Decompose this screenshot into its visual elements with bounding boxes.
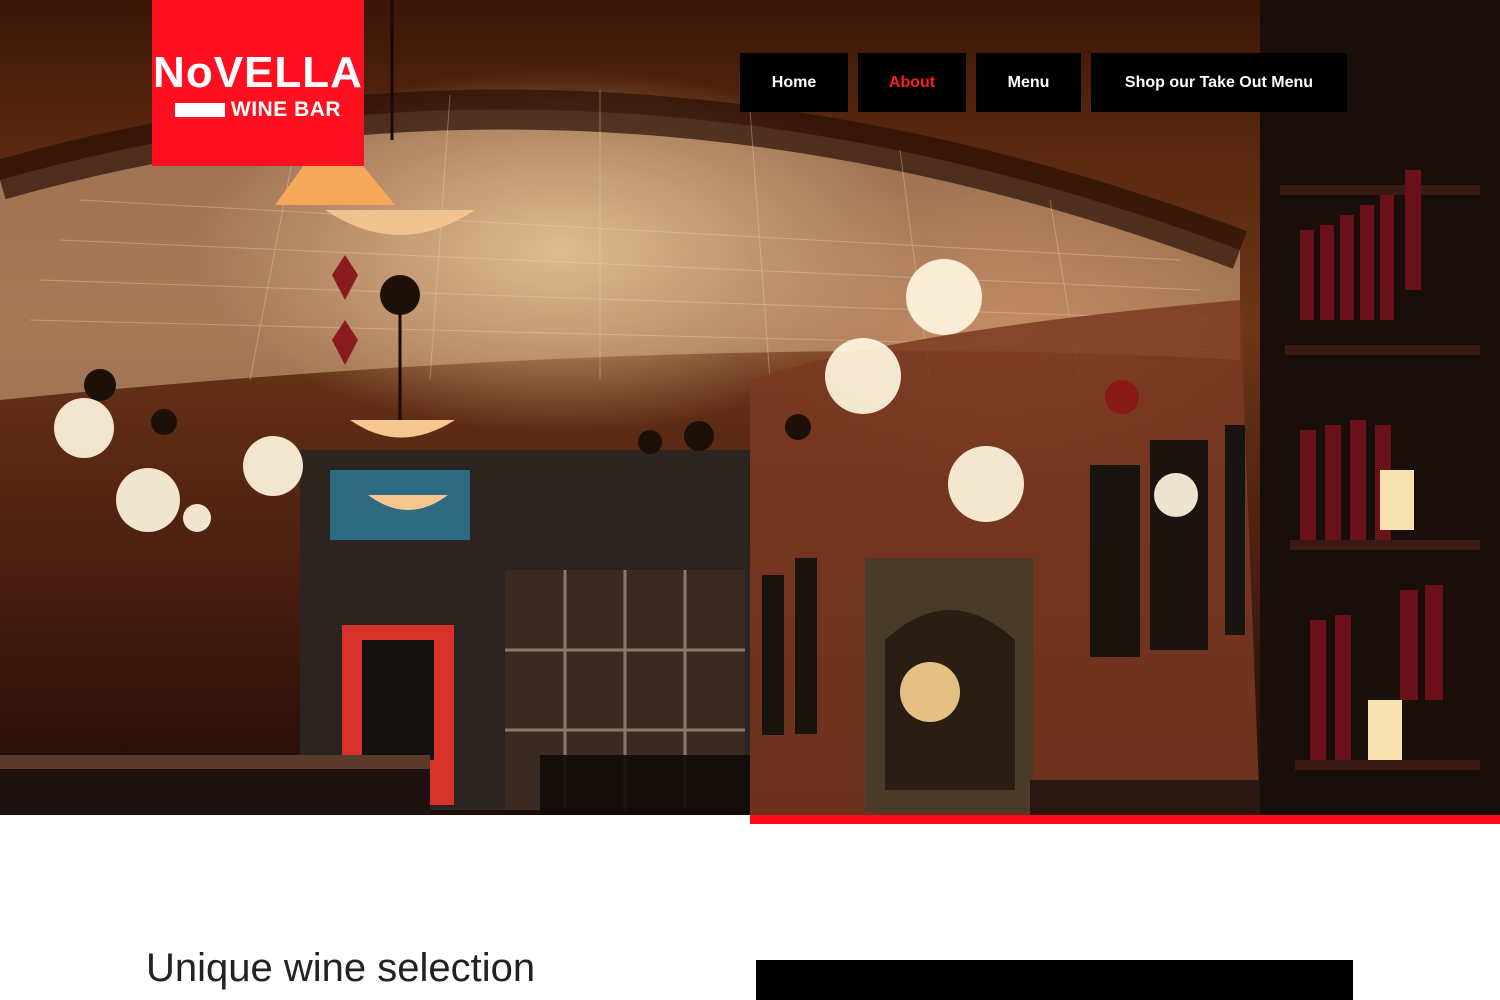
logo-wordmark: NoVELLA: [153, 48, 363, 97]
nav-item-about[interactable]: About: [858, 53, 966, 112]
media-embed[interactable]: [756, 960, 1353, 1000]
nav-item-menu[interactable]: Menu: [976, 53, 1081, 112]
main-navigation: Home About Menu Shop our Take Out Menu: [740, 53, 1347, 112]
section-title: Unique wine selection: [146, 946, 536, 990]
logo-subline: WINE BAR: [174, 98, 342, 121]
nav-item-home[interactable]: Home: [740, 53, 848, 112]
nav-item-takeout-menu[interactable]: Shop our Take Out Menu: [1091, 53, 1347, 112]
logo-subtitle: WINE BAR: [230, 98, 342, 121]
logo-bar-graphic: [174, 103, 225, 117]
hero-accent-bar: [750, 815, 1500, 824]
site-logo[interactable]: NoVELLA WINE BAR: [152, 0, 364, 166]
